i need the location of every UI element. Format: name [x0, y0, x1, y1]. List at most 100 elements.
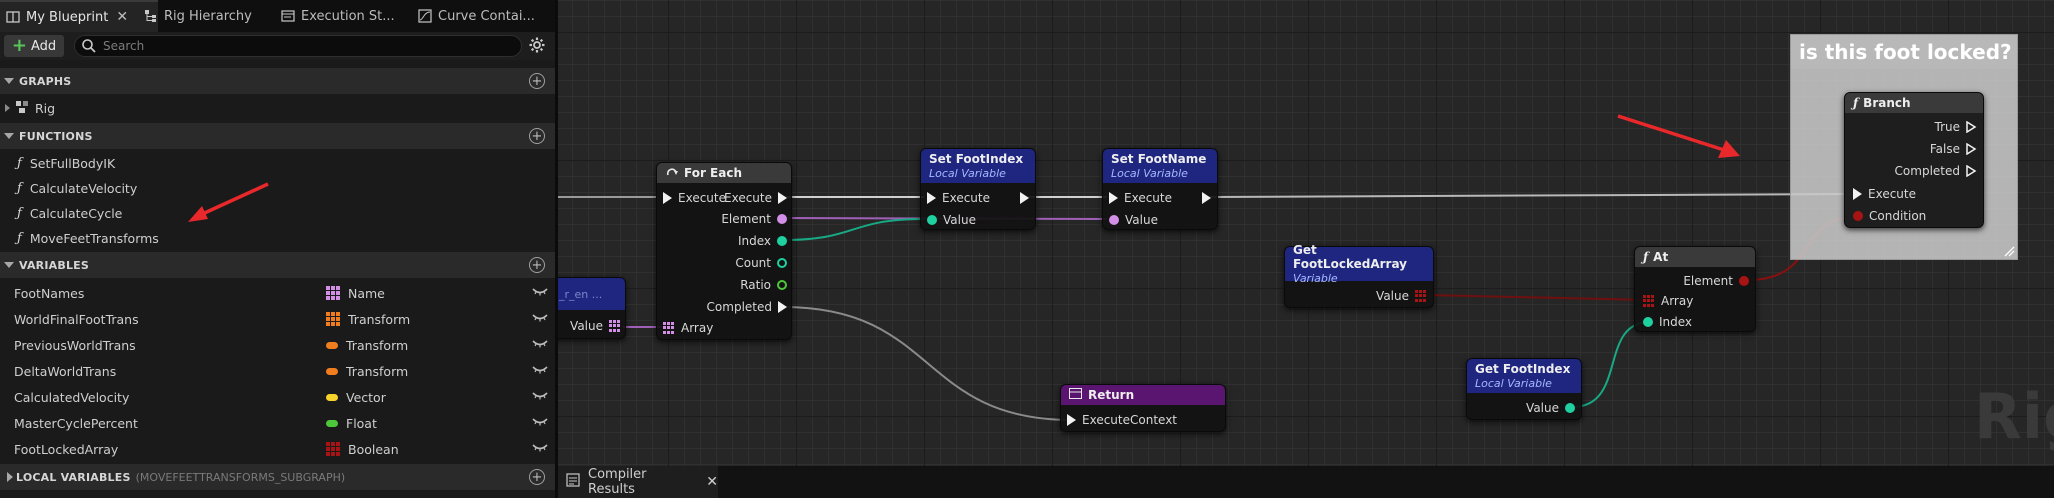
- tab-my-blueprint[interactable]: My Blueprint ✕: [0, 0, 158, 32]
- eye-closed-icon[interactable]: [532, 313, 548, 323]
- node-header: ƒ Branch: [1845, 93, 1983, 113]
- variable-type[interactable]: Vector: [326, 390, 386, 405]
- graph-item-rig[interactable]: Rig: [0, 95, 555, 121]
- pin-true-out[interactable]: True: [1929, 117, 1978, 137]
- panel-tab-bar: My Blueprint ✕ Rig Hierarchy Execution S…: [0, 0, 555, 32]
- function-icon: ƒ: [17, 205, 22, 221]
- eye-closed-icon[interactable]: [532, 417, 548, 427]
- function-item-movefeettransforms[interactable]: ƒ MoveFeetTransforms: [0, 225, 555, 251]
- pin-value-out[interactable]: Value: [1370, 286, 1427, 306]
- pin-value-in[interactable]: Value: [927, 210, 982, 230]
- resize-grip-icon[interactable]: [2003, 245, 2015, 257]
- pin-value-out[interactable]: Value: [1520, 398, 1575, 418]
- return-node[interactable]: Return ExecuteContext: [1060, 384, 1226, 432]
- functions-section-header[interactable]: FUNCTIONS +: [0, 123, 555, 149]
- variable-row[interactable]: DeltaWorldTrans Transform: [0, 358, 555, 384]
- variable-row[interactable]: WorldFinalFootTrans Transform: [0, 306, 555, 332]
- name-pin-icon: [1109, 215, 1119, 225]
- pin-execute-in[interactable]: Execute: [1109, 188, 1178, 208]
- add-graph-button[interactable]: +: [529, 73, 545, 89]
- pin-count-out[interactable]: Count: [729, 253, 787, 273]
- pin-completed-out[interactable]: Completed: [701, 297, 787, 317]
- search-input[interactable]: [103, 39, 503, 53]
- exec-pin-icon: [778, 192, 787, 204]
- function-item-setfullbodyik[interactable]: ƒ SetFullBodyIK: [0, 150, 555, 176]
- pin-value-out[interactable]: Value: [564, 316, 621, 336]
- variable-row[interactable]: FootLockedArray Boolean: [0, 436, 555, 462]
- close-icon[interactable]: ✕: [706, 474, 718, 490]
- eye-closed-icon[interactable]: [532, 287, 548, 297]
- exec-pin-icon: [1020, 192, 1029, 204]
- comment-title[interactable]: is this foot locked?: [1791, 35, 2017, 69]
- pin-false-out[interactable]: False: [1924, 139, 1977, 159]
- tab-rig-hierarchy[interactable]: Rig Hierarchy: [144, 0, 269, 32]
- node-subtitle: Local Variable: [1111, 167, 1188, 180]
- add-button[interactable]: + Add: [4, 35, 64, 57]
- pin-execute-in[interactable]: Execute: [1853, 184, 1922, 204]
- annotation-arrow: [188, 182, 269, 222]
- type-pill-icon: [326, 367, 338, 375]
- pin-array-in[interactable]: Array: [663, 318, 719, 338]
- graphs-section-header[interactable]: GRAPHS +: [0, 68, 555, 94]
- eye-closed-icon[interactable]: [532, 443, 548, 453]
- rig-graph-icon: [15, 100, 29, 117]
- get-foot-index-node[interactable]: Get FootIndex Local Variable Value: [1466, 358, 1582, 420]
- variable-row[interactable]: MasterCyclePercent Float: [0, 410, 555, 436]
- set-foot-name-node[interactable]: Set FootName Local Variable Execute Valu…: [1102, 148, 1218, 230]
- curve-icon: [418, 9, 432, 23]
- bool-pin-icon: [1739, 276, 1749, 286]
- variable-type[interactable]: Float: [326, 416, 377, 431]
- pin-condition-in[interactable]: Condition: [1853, 206, 1932, 226]
- search-box[interactable]: [74, 35, 522, 57]
- local-variables-section-header[interactable]: LOCAL VARIABLES (MOVEFEETTRANSFORMS_SUBG…: [0, 464, 555, 490]
- branch-node[interactable]: ƒ Branch True False Completed Execute Co…: [1844, 92, 1984, 228]
- variable-type[interactable]: Transform: [326, 312, 410, 327]
- for-each-node[interactable]: For Each Execute Array Execute Element I…: [656, 162, 792, 340]
- pin-label: Value: [1125, 213, 1158, 227]
- variable-row[interactable]: FootNames Name: [0, 280, 555, 306]
- tab-compiler-results[interactable]: Compiler Results ✕: [558, 466, 718, 498]
- pin-execute-out[interactable]: [1020, 188, 1029, 208]
- pin-execute-context-in[interactable]: ExecuteContext: [1067, 410, 1183, 430]
- pin-index-out[interactable]: Index: [732, 231, 787, 251]
- variable-name: FootNames: [14, 285, 85, 301]
- array-pin-icon: [1643, 295, 1655, 307]
- pin-label: Ratio: [740, 278, 771, 292]
- pin-value-in[interactable]: Value: [1109, 210, 1164, 230]
- variables-section-header[interactable]: VARIABLES +: [0, 252, 555, 278]
- set-foot-index-node[interactable]: Set FootIndex Local Variable Execute Val…: [920, 148, 1036, 230]
- pin-array-in[interactable]: Array: [1643, 291, 1699, 311]
- tab-execution-stack[interactable]: Execution St...: [277, 0, 402, 32]
- close-icon[interactable]: ✕: [116, 9, 128, 25]
- gear-icon[interactable]: [528, 36, 546, 54]
- node-title: At: [1653, 250, 1669, 264]
- pin-execute-out[interactable]: [1202, 188, 1211, 208]
- pin-completed-out[interactable]: Completed: [1889, 161, 1977, 181]
- variable-type[interactable]: Transform: [326, 338, 408, 353]
- pin-index-in[interactable]: Index: [1643, 312, 1698, 332]
- variable-row[interactable]: PreviousWorldTrans Transform: [0, 332, 555, 358]
- pin-element-out[interactable]: Element: [1677, 271, 1749, 291]
- eye-closed-icon[interactable]: [532, 391, 548, 401]
- eye-closed-icon[interactable]: [532, 365, 548, 375]
- partial-variable-node[interactable]: _r_en ... Value: [558, 277, 626, 339]
- eye-closed-icon[interactable]: [532, 339, 548, 349]
- node-subtitle: Local Variable: [1475, 377, 1552, 390]
- add-variable-button[interactable]: +: [529, 257, 545, 273]
- pin-execute-in[interactable]: Execute: [927, 188, 996, 208]
- pin-execute-out[interactable]: Execute: [718, 188, 787, 208]
- pin-element-out[interactable]: Element: [715, 209, 787, 229]
- variable-row[interactable]: CalculatedVelocity Vector: [0, 384, 555, 410]
- add-function-button[interactable]: +: [529, 128, 545, 144]
- variable-type[interactable]: Boolean: [326, 442, 399, 457]
- type-pill-icon: [326, 393, 338, 401]
- tab-curve-container[interactable]: Curve Contai...: [414, 0, 554, 32]
- pin-ratio-out[interactable]: Ratio: [734, 275, 787, 295]
- pin-label: Execute: [1124, 191, 1172, 205]
- get-foot-locked-array-node[interactable]: Get FootLockedArray Variable Value: [1284, 243, 1434, 308]
- array-at-node[interactable]: ƒ At Element Array Index: [1634, 246, 1756, 332]
- node-title: Get FootLockedArray: [1293, 243, 1407, 271]
- variable-type[interactable]: Transform: [326, 364, 408, 379]
- variable-type[interactable]: Name: [326, 286, 385, 301]
- add-local-variable-button[interactable]: +: [529, 469, 545, 485]
